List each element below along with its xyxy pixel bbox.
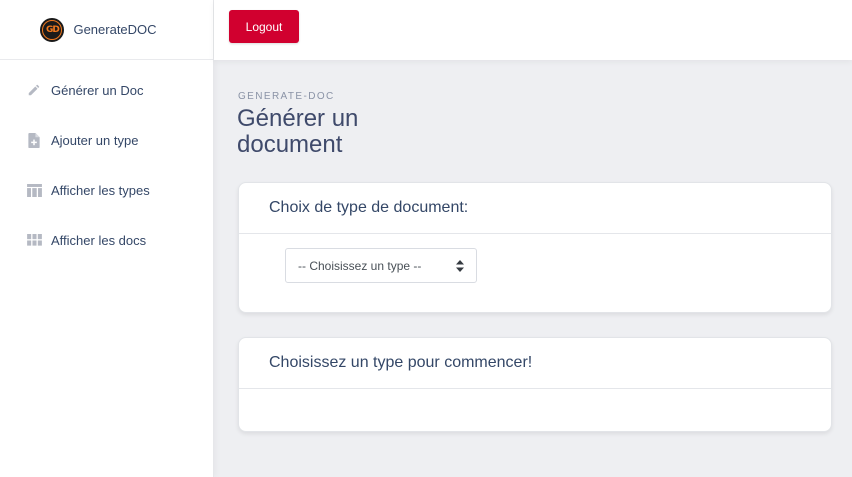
topbar: Logout bbox=[214, 0, 852, 60]
grid-icon bbox=[26, 232, 42, 248]
brand[interactable]: GD GenerateDOC bbox=[0, 0, 213, 60]
sidebar-item-label: Afficher les types bbox=[51, 182, 150, 198]
file-plus-icon bbox=[26, 132, 42, 148]
sidebar-item-generer-doc[interactable]: Générer un Doc bbox=[0, 65, 213, 115]
pencil-icon bbox=[26, 82, 42, 98]
table-icon bbox=[26, 182, 42, 198]
document-type-select[interactable]: -- Choisissez un type -- bbox=[285, 248, 477, 283]
sidebar-item-label: Afficher les docs bbox=[51, 232, 147, 248]
sidebar-item-afficher-types[interactable]: Afficher les types bbox=[0, 165, 213, 215]
logo-mark: GD bbox=[43, 20, 62, 39]
logo-icon: GD bbox=[40, 17, 65, 42]
sidebar-item-afficher-docs[interactable]: Afficher les docs bbox=[0, 215, 213, 265]
card-title: Choisissez un type pour commencer! bbox=[269, 354, 533, 371]
card-title: Choix de type de document: bbox=[269, 199, 469, 216]
sidebar: GD GenerateDOC Générer un Doc Ajouter un… bbox=[0, 0, 214, 477]
sidebar-item-label: Ajouter un type bbox=[51, 132, 139, 148]
start-card: Choisissez un type pour commencer! bbox=[238, 337, 832, 432]
page-title: Générer un document bbox=[237, 105, 359, 158]
select-arrows-icon bbox=[456, 260, 464, 272]
sidebar-item-label: Générer un Doc bbox=[51, 82, 144, 98]
sidebar-nav: Générer un Doc Ajouter un type Afficher … bbox=[0, 60, 213, 265]
brand-name: GenerateDOC bbox=[73, 22, 157, 37]
logout-button[interactable]: Logout bbox=[229, 10, 299, 43]
select-value: -- Choisissez un type -- bbox=[298, 258, 422, 273]
sidebar-item-ajouter-type[interactable]: Ajouter un type bbox=[0, 115, 213, 165]
breadcrumb: GENERATE-DOC bbox=[238, 91, 335, 102]
type-selection-card: Choix de type de document: -- Choisissez… bbox=[238, 182, 832, 313]
card-header: Choisissez un type pour commencer! bbox=[239, 338, 831, 389]
card-header: Choix de type de document: bbox=[239, 183, 831, 234]
